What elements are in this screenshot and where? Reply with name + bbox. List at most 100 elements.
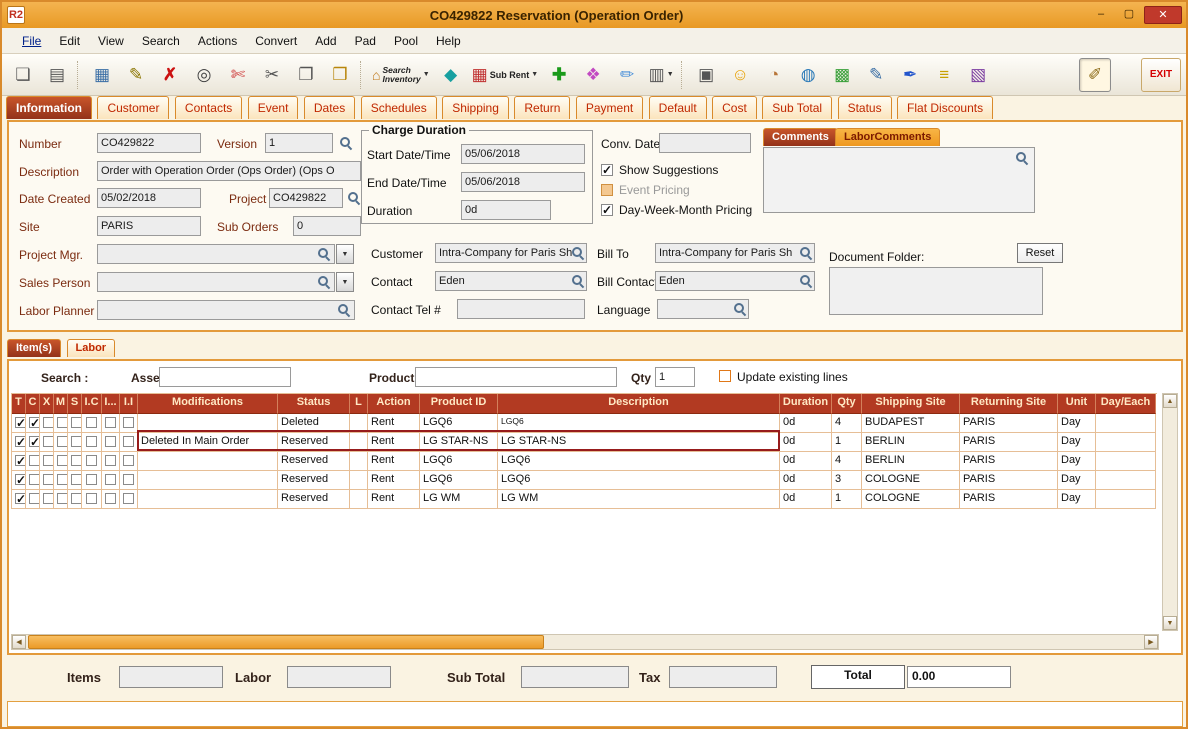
row-checkbox[interactable]: [15, 474, 26, 485]
column-header[interactable]: I...: [102, 394, 120, 414]
tab-status[interactable]: Status: [838, 96, 892, 119]
delete-icon[interactable]: ✗: [154, 58, 186, 92]
cell-returning-site[interactable]: PARIS: [960, 471, 1058, 490]
cell-modifications[interactable]: [138, 414, 278, 433]
tab-flat-discounts[interactable]: Flat Discounts: [897, 96, 993, 119]
number-field[interactable]: [97, 133, 201, 153]
column-header[interactable]: Qty: [832, 394, 862, 414]
cell-unit[interactable]: Day: [1058, 414, 1096, 433]
cell-unit[interactable]: Day: [1058, 471, 1096, 490]
row-checkbox[interactable]: [123, 436, 134, 447]
menu-item-pool[interactable]: Pool: [386, 30, 426, 52]
column-header[interactable]: Status: [278, 394, 350, 414]
cell-status[interactable]: Deleted: [278, 414, 350, 433]
row-checkbox[interactable]: [71, 455, 82, 466]
row-checkbox[interactable]: [86, 455, 97, 466]
cell-status[interactable]: Reserved: [278, 490, 350, 509]
column-header[interactable]: I.C: [82, 394, 102, 414]
cell-modifications[interactable]: [138, 471, 278, 490]
labor-planner-search-icon[interactable]: [337, 303, 350, 316]
duration-field[interactable]: [461, 200, 551, 220]
column-header[interactable]: S: [68, 394, 82, 414]
smiley-icon[interactable]: ☺: [724, 58, 756, 92]
tab-customer[interactable]: Customer: [97, 96, 169, 119]
cell-status[interactable]: Reserved: [278, 471, 350, 490]
cell-duration[interactable]: 0d: [780, 490, 832, 509]
conv-date-field[interactable]: [659, 133, 751, 153]
sales-person-search-icon[interactable]: [317, 275, 330, 288]
cut-red-icon[interactable]: ✄: [222, 58, 254, 92]
close-button[interactable]: ✕: [1144, 6, 1182, 24]
row-checkbox[interactable]: [105, 436, 116, 447]
cell-qty[interactable]: 3: [832, 471, 862, 490]
document-folder-box[interactable]: [829, 267, 1043, 315]
customer-search-icon[interactable]: [571, 246, 584, 259]
cell-l[interactable]: [350, 414, 368, 433]
product-input[interactable]: [415, 367, 617, 387]
chart-cube-icon[interactable]: ▧: [962, 58, 994, 92]
column-header[interactable]: Action: [368, 394, 420, 414]
row-checkbox[interactable]: [71, 417, 82, 428]
row-checkbox[interactable]: [123, 493, 134, 504]
tab-dates[interactable]: Dates: [304, 96, 355, 119]
description-field[interactable]: [97, 161, 361, 181]
cell-duration[interactable]: 0d: [780, 452, 832, 471]
menu-item-add[interactable]: Add: [307, 30, 344, 52]
sub-orders-field[interactable]: [293, 216, 361, 236]
sub-rent-button[interactable]: ▦ Sub Rent ▼: [469, 58, 542, 92]
cell-shipping-site[interactable]: BERLIN: [862, 433, 960, 452]
bill-contact-field[interactable]: [655, 271, 815, 291]
row-checkbox[interactable]: [29, 474, 40, 485]
row-checkbox[interactable]: [57, 436, 68, 447]
row-checkbox[interactable]: [15, 436, 26, 447]
row-checkbox[interactable]: [123, 417, 134, 428]
comments-textarea[interactable]: [763, 147, 1035, 213]
end-date-field[interactable]: [461, 172, 585, 192]
tab-schedules[interactable]: Schedules: [361, 96, 437, 119]
row-checkbox[interactable]: [71, 474, 82, 485]
project-mgr-search-icon[interactable]: [317, 247, 330, 260]
cell-shipping-site[interactable]: BUDAPEST: [862, 414, 960, 433]
update-existing-lines-checkbox[interactable]: [719, 370, 731, 382]
project-field[interactable]: [269, 188, 343, 208]
tab-sub-total[interactable]: Sub Total: [762, 96, 832, 119]
cell-product-id[interactable]: LGQ6: [420, 414, 498, 433]
row-checkbox[interactable]: [43, 474, 54, 485]
tab-return[interactable]: Return: [514, 96, 570, 119]
row-checkbox[interactable]: [15, 417, 26, 428]
cell-day-each[interactable]: [1096, 490, 1156, 509]
cell-returning-site[interactable]: PARIS: [960, 452, 1058, 471]
cell-description[interactable]: LGQ6: [498, 471, 780, 490]
version-field[interactable]: [265, 133, 333, 153]
vertical-scrollbar[interactable]: ▲ ▼: [1162, 393, 1178, 631]
cell-status[interactable]: Reserved: [278, 433, 350, 452]
cell-l[interactable]: [350, 433, 368, 452]
row-checkbox[interactable]: [105, 417, 116, 428]
sales-person-dropdown[interactable]: ▼: [336, 272, 354, 292]
column-header[interactable]: I.I: [120, 394, 138, 414]
cell-day-each[interactable]: [1096, 433, 1156, 452]
site-field[interactable]: [97, 216, 201, 236]
row-checkbox[interactable]: [57, 493, 68, 504]
row-checkbox[interactable]: [57, 417, 68, 428]
column-header[interactable]: Duration: [780, 394, 832, 414]
project-mgr-field[interactable]: [97, 244, 335, 264]
menu-item-search[interactable]: Search: [134, 30, 188, 52]
calendar-stack-icon[interactable]: ▥ ▼: [645, 58, 677, 92]
row-checkbox[interactable]: [15, 455, 26, 466]
cell-qty[interactable]: 1: [832, 490, 862, 509]
labor-planner-field[interactable]: [97, 300, 355, 320]
copy-icon[interactable]: ❐: [290, 58, 322, 92]
column-header[interactable]: Returning Site: [960, 394, 1058, 414]
paste-icon[interactable]: ❒: [324, 58, 356, 92]
row-checkbox[interactable]: [105, 493, 116, 504]
cell-action[interactable]: Rent: [368, 471, 420, 490]
row-checkbox[interactable]: [29, 493, 40, 504]
cell-product-id[interactable]: LGQ6: [420, 471, 498, 490]
customer-field[interactable]: [435, 243, 587, 263]
column-header[interactable]: Shipping Site: [862, 394, 960, 414]
qty-input[interactable]: [655, 367, 695, 387]
dwm-pricing-checkbox[interactable]: [601, 204, 613, 216]
column-header[interactable]: L: [350, 394, 368, 414]
menu-item-actions[interactable]: Actions: [190, 30, 245, 52]
